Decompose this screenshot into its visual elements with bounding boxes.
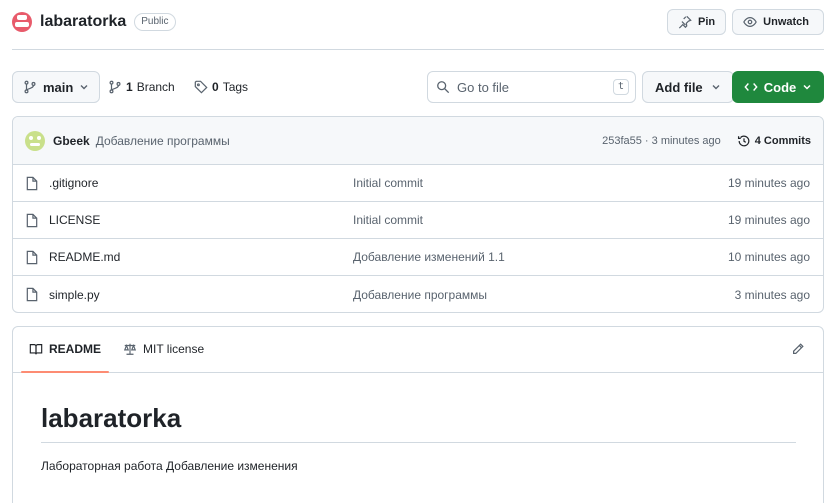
pencil-icon[interactable] bbox=[791, 342, 805, 356]
search-icon bbox=[437, 81, 450, 94]
go-to-file-input[interactable] bbox=[457, 79, 597, 95]
commit-message[interactable]: Добавление программы bbox=[96, 134, 230, 148]
history-icon bbox=[737, 135, 750, 147]
file-icon bbox=[26, 176, 38, 190]
file-list: Gbeek Добавление программы 253fa55 · 3 m… bbox=[12, 116, 824, 313]
unwatch-label: Unwatch bbox=[763, 16, 809, 28]
file-commit-message[interactable]: Initial commit bbox=[353, 213, 423, 227]
file-icon bbox=[26, 213, 38, 227]
branches-label: Branch bbox=[136, 80, 175, 94]
git-branch-icon bbox=[109, 80, 121, 94]
pin-button[interactable]: Pin bbox=[667, 9, 727, 35]
tab-readme-label: README bbox=[49, 342, 102, 356]
commit-meta: 253fa55 · 3 minutes ago 4 Commits bbox=[602, 117, 811, 165]
file-row[interactable]: LICENSE Initial commit 19 minutes ago bbox=[13, 202, 823, 239]
book-icon bbox=[29, 344, 43, 355]
tag-icon bbox=[194, 80, 208, 94]
code-button[interactable]: Code bbox=[732, 71, 824, 103]
branches-link[interactable]: 1 Branch bbox=[108, 71, 175, 103]
branch-selector-button[interactable]: main bbox=[12, 71, 101, 103]
file-updated-time: 19 minutes ago bbox=[727, 176, 810, 190]
header-divider bbox=[12, 49, 824, 50]
readme-text: Лабораторная работа Добавление изменения bbox=[41, 459, 298, 473]
pin-label: Pin bbox=[698, 16, 716, 28]
file-updated-time: 19 minutes ago bbox=[727, 213, 810, 227]
branch-name: main bbox=[43, 79, 74, 95]
unwatch-button[interactable]: Unwatch bbox=[732, 9, 824, 35]
git-branch-icon bbox=[24, 80, 36, 94]
commit-author[interactable]: Gbeek bbox=[53, 134, 90, 148]
repo-owner-avatar[interactable] bbox=[12, 12, 32, 32]
branches-count: 1 bbox=[126, 80, 133, 94]
file-navigation: main 1 Branch 0 Tags t Add file Code bbox=[12, 71, 824, 103]
go-to-file-box[interactable]: t bbox=[427, 71, 636, 103]
code-label: Code bbox=[763, 79, 797, 95]
file-commit-message[interactable]: Добавление программы bbox=[353, 288, 487, 302]
pin-icon bbox=[678, 15, 692, 29]
file-commit-message[interactable]: Initial commit bbox=[353, 176, 423, 190]
repo-actions: Pin Unwatch bbox=[667, 9, 824, 35]
repo-name[interactable]: labaratorka bbox=[40, 13, 126, 31]
file-icon bbox=[26, 287, 38, 302]
file-commit-message[interactable]: Добавление изменений 1.1 bbox=[353, 250, 505, 264]
file-updated-time: 10 minutes ago bbox=[727, 250, 810, 264]
visibility-badge: Public bbox=[134, 13, 176, 31]
add-file-label: Add file bbox=[655, 79, 703, 95]
file-name[interactable]: simple.py bbox=[49, 288, 100, 302]
tags-link[interactable]: 0 Tags bbox=[194, 71, 248, 103]
commits-count: 4 Commits bbox=[754, 135, 811, 147]
file-row[interactable]: simple.py Добавление программы 3 minutes… bbox=[13, 276, 823, 312]
file-name[interactable]: .gitignore bbox=[49, 176, 98, 190]
readme-tabs: README MIT license bbox=[13, 327, 823, 373]
file-updated-time: 3 minutes ago bbox=[734, 287, 810, 302]
chevron-down-icon bbox=[80, 85, 88, 90]
eye-icon bbox=[743, 17, 757, 27]
add-file-button[interactable]: Add file bbox=[642, 71, 734, 103]
file-row[interactable]: README.md Добавление изменений 1.1 10 mi… bbox=[13, 239, 823, 276]
shortcut-key: t bbox=[612, 79, 629, 95]
code-icon bbox=[744, 83, 758, 91]
latest-commit-bar: Gbeek Добавление программы 253fa55 · 3 m… bbox=[13, 117, 823, 165]
readme-content: labaratorka Лабораторная работа Добавлен… bbox=[13, 373, 823, 473]
user-avatar[interactable] bbox=[25, 130, 45, 151]
readme-title: labaratorka bbox=[41, 403, 796, 443]
tab-license-label: MIT license bbox=[143, 342, 205, 356]
file-name[interactable]: LICENSE bbox=[49, 213, 100, 227]
file-icon bbox=[26, 250, 38, 264]
law-icon bbox=[123, 343, 137, 355]
chevron-down-icon bbox=[803, 84, 811, 90]
tab-license[interactable]: MIT license bbox=[115, 327, 212, 372]
tags-count: 0 bbox=[212, 80, 219, 94]
commits-history-link[interactable]: 4 Commits bbox=[737, 134, 811, 148]
file-name[interactable]: README.md bbox=[49, 250, 120, 264]
readme-panel: README MIT license labaratorka Лаборатор… bbox=[12, 326, 824, 503]
chevron-down-icon bbox=[712, 85, 720, 90]
repo-header: labaratorka Public Pin Unwatch bbox=[12, 9, 824, 35]
file-row[interactable]: .gitignore Initial commit 19 minutes ago bbox=[13, 165, 823, 202]
tags-label: Tags bbox=[222, 80, 249, 94]
tab-readme[interactable]: README bbox=[21, 327, 110, 373]
commit-hash-time[interactable]: 253fa55 · 3 minutes ago bbox=[602, 135, 721, 147]
